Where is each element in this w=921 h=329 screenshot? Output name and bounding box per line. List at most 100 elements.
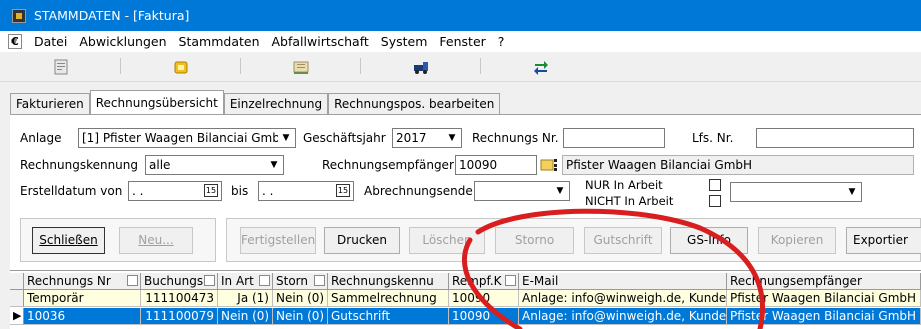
drucken-button[interactable]: Drucken [324,227,400,254]
menu-fenster[interactable]: Fenster [433,34,491,49]
column-label: Rempf.K [452,274,502,288]
menu-system[interactable]: System [375,34,434,49]
column-label: Buchungs [144,274,204,288]
lfsnr-input[interactable] [756,128,914,148]
truck-icon[interactable] [410,56,432,78]
anlage-label: Anlage [20,131,62,145]
column-header-kennung[interactable]: Rechnungskennu [328,273,449,290]
tab-rechnungspos[interactable]: Rechnungspos. bearbeiten [328,93,501,115]
toolbar-separator [120,58,121,74]
arbeit-select[interactable]: ▼ [730,182,862,202]
toolbar-separator [360,58,361,74]
rechnungsnr-label: Rechnungs Nr. [472,131,559,145]
schliessen-button[interactable]: Schließen [32,227,105,254]
menu-datei[interactable]: Datei [28,34,73,49]
neu-button[interactable]: Neu... [119,227,193,254]
cell-kennung: Gutschrift [328,308,449,325]
cell-rempf: 10090 [449,290,519,307]
tab-fakturieren[interactable]: Fakturieren [10,93,90,115]
abrechnungsende-select[interactable]: ▼ [474,181,570,201]
empfaenger-nr-input[interactable]: 10090 [455,155,537,175]
kopieren-button[interactable]: Kopieren [758,227,836,254]
tab-einzelrechnung-label: Einzelrechnung [229,97,323,111]
neu-label: Neu... [138,233,174,247]
cell-empfaenger: Pfister Waagen Bilanciai GmbH [727,308,921,325]
filter-icon[interactable] [505,275,516,286]
geschaeftsjahr-value: 2017 [396,131,427,145]
erstelldatum-label: Erstelldatum von [20,184,123,198]
exportieren-label: Exportier [853,233,908,247]
column-header-empfaenger[interactable]: Rechnungsempfänger [727,273,921,290]
toolbar-separator [240,58,241,74]
menu-bar: € Datei Abwicklungen Stammdaten Abfallwi… [0,31,921,52]
gsinfo-label: GS-Info [687,233,731,247]
tab-einzelrechnung[interactable]: Einzelrechnung [223,93,329,115]
window-title: STAMMDATEN - [Faktura] [34,8,190,23]
rechnungsnr-input[interactable] [563,128,665,148]
tab-rechnungspos-label: Rechnungspos. bearbeiten [334,97,495,111]
column-header-inart[interactable]: In Art [218,273,273,290]
chevron-down-icon: ▼ [444,130,460,146]
erstelldatum-bis-value: . . [262,184,274,198]
currency-icon[interactable]: € [8,34,22,49]
transfer-icon[interactable] [530,56,552,78]
column-header-rempf[interactable]: Rempf.K [449,273,519,290]
geschaeftsjahr-select[interactable]: 2017 ▼ [392,128,462,148]
column-label: Storn [276,274,308,288]
storno-label: Storno [514,233,555,247]
chevron-down-icon: ▼ [552,183,568,199]
menu-help[interactable]: ? [492,34,511,49]
loeschen-button[interactable]: Löschen [409,227,485,254]
nicht-in-arbeit-checkbox[interactable] [709,195,721,207]
tab-rechnungsuebersicht[interactable]: Rechnungsübersicht [89,90,224,115]
cart-icon[interactable] [170,56,192,78]
column-header-buchung[interactable]: Buchungs [141,273,218,290]
cell-empfaenger: Pfister Waagen Bilanciai GmbH [727,290,921,307]
geschaeftsjahr-label: Geschäftsjahr [303,131,386,145]
row-indicator-header [10,273,24,290]
exportieren-button[interactable]: Exportier [846,227,921,254]
filter-icon[interactable] [259,275,270,286]
cell-email: Anlage: info@winweigh.de, Kunde: [519,290,727,307]
cell-inart: Ja (1) [218,290,273,307]
menu-abwicklungen[interactable]: Abwicklungen [73,34,172,49]
filter-icon[interactable] [204,275,215,286]
gutschrift-button[interactable]: Gutschrift [584,227,662,254]
cell-rechnungsnr: 10036 [24,308,141,325]
filter-icon[interactable] [127,275,138,286]
weighbridge-icon[interactable] [290,56,312,78]
bis-label: bis [231,184,249,198]
nur-in-arbeit-checkbox[interactable] [709,179,721,191]
drucken-label: Drucken [337,233,387,247]
filter-icon[interactable] [314,275,325,286]
chevron-down-icon: ▼ [278,130,294,146]
nicht-in-arbeit-label: NICHT In Arbeit [585,194,674,208]
column-header-email[interactable]: E-Mail [519,273,727,290]
anlage-select[interactable]: [1] Pfister Waagen Bilanciai GmbH ▼ [78,128,296,148]
schliessen-label: Schließen [39,233,98,247]
menu-abfallwirtschaft[interactable]: Abfallwirtschaft [266,34,375,49]
menu-stammdaten[interactable]: Stammdaten [173,34,266,49]
column-header-rechnungsnr[interactable]: Rechnungs Nr [24,273,141,290]
row-indicator [10,290,24,307]
fertigstellen-button[interactable]: Fertigstellen [240,227,316,254]
calendar-icon[interactable]: 15 [336,184,350,197]
storno-button[interactable]: Storno [495,227,574,254]
abrechnungsende-label: Abrechnungsende [364,184,473,198]
document-icon[interactable] [50,56,72,78]
gsinfo-button[interactable]: GS-Info [670,227,748,254]
current-row-arrow-icon: ▶ [10,308,24,325]
table-row[interactable]: Temporär 111100473 Ja (1) Nein (0) Samme… [10,290,921,307]
cell-storno: Nein (0) [273,308,328,325]
rechnungskennung-label: Rechnungskennung [20,158,139,172]
title-bar: STAMMDATEN - [Faktura] [0,0,921,31]
chevron-down-icon: ▼ [844,184,860,200]
rechnungskennung-select[interactable]: alle ▼ [145,155,284,175]
calendar-icon[interactable]: 15 [204,184,218,197]
empfaenger-name-field: Pfister Waagen Bilanciai GmbH [562,155,914,175]
grid-header: Rechnungs Nr Buchungs In Art Storn Rechn… [10,273,921,290]
lookup-icon[interactable] [539,157,561,173]
column-header-storno[interactable]: Storn [273,273,328,290]
rechnungskennung-value: alle [149,158,171,172]
table-row-selected[interactable]: ▶ 10036 111100079 Nein (0) Nein (0) Guts… [10,308,921,325]
